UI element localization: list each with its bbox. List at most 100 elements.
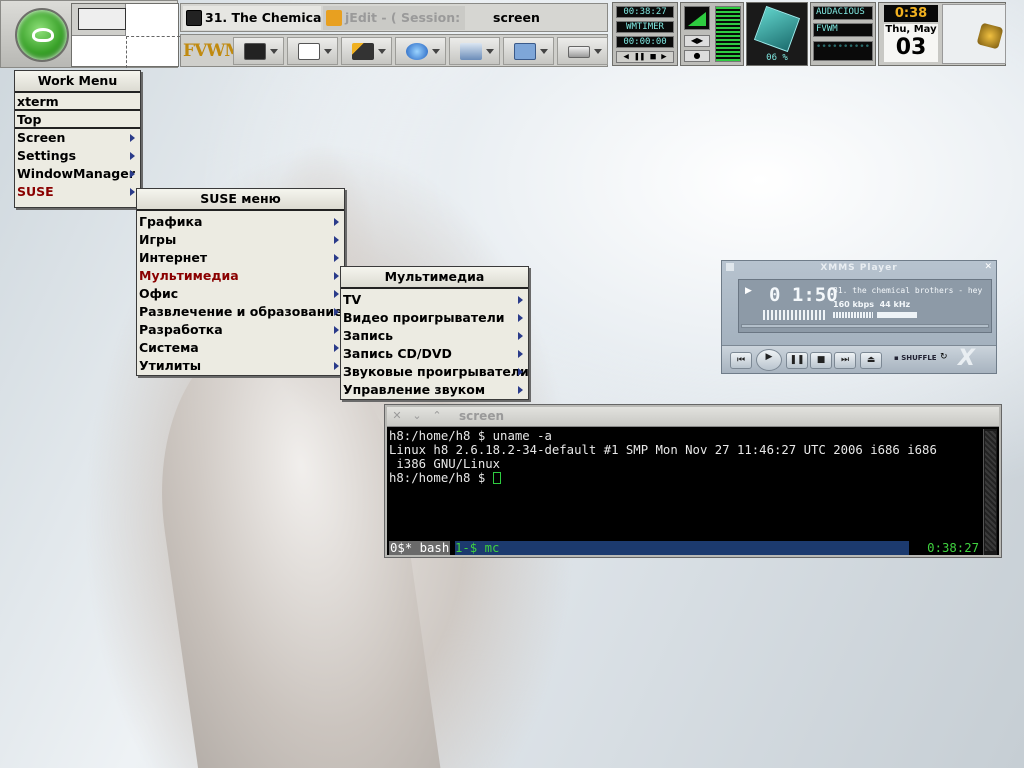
mixer-arrows-icon[interactable]: ◀▶ xyxy=(684,35,710,47)
multimedia-menu-item-video-players[interactable]: Видео проигрыватели xyxy=(341,309,528,327)
xmms-time[interactable]: 0 1:50 xyxy=(769,284,838,306)
terminal-line: i386 GNU/Linux xyxy=(389,457,501,471)
work-menu-item-screen[interactable]: Screen xyxy=(15,129,140,147)
pager-desk-1[interactable] xyxy=(72,4,126,36)
menu-item-label: xterm xyxy=(17,94,59,109)
suse-menu-item-development[interactable]: Разработка xyxy=(137,321,344,339)
xmms-volume-slider[interactable] xyxy=(833,312,873,318)
xmms-balance-slider[interactable] xyxy=(877,312,917,318)
launch-terminal-button[interactable] xyxy=(233,37,284,65)
xmms-titlebar[interactable]: XMMS Player xyxy=(722,261,996,275)
launch-graphics-button[interactable] xyxy=(341,37,392,65)
close-icon[interactable]: ✕ xyxy=(391,410,403,422)
menu-item-label: Офис xyxy=(139,286,179,301)
screen-window-0[interactable]: 0$* bash xyxy=(389,541,451,555)
suse-menu: SUSE меню Графика Игры Интернет Мультиме… xyxy=(136,188,345,376)
multimedia-menu-item-cd-dvd-burning[interactable]: Запись CD/DVD xyxy=(341,345,528,363)
maximize-icon[interactable]: ⌃ xyxy=(431,410,443,422)
audacious-display: •••••••••• xyxy=(813,41,873,61)
launcher-bar: FVWM xyxy=(180,34,608,67)
suse-menu-item-utilities[interactable]: Утилиты xyxy=(137,357,344,375)
task-screen[interactable]: screen xyxy=(471,6,601,30)
work-menu-item-windowmanager[interactable]: WindowManager xyxy=(15,165,140,183)
shuffle-toggle[interactable]: ▪ SHUFFLE xyxy=(894,354,937,362)
work-menu-item-top[interactable]: Top xyxy=(15,111,140,129)
task-jedit[interactable]: jEdit - ( Session: Fv xyxy=(323,6,465,30)
launch-drives-button[interactable] xyxy=(557,37,608,65)
terminal-cursor xyxy=(492,472,501,484)
multimedia-menu-item-tv[interactable]: TV xyxy=(341,291,528,309)
menu-item-label: SUSE xyxy=(17,184,54,199)
calendar-date[interactable]: Thu, May 03 xyxy=(884,24,938,62)
terminal-prompt-line[interactable]: h8:/home/h8 $ xyxy=(389,471,983,485)
pager-desk-2[interactable] xyxy=(126,36,180,68)
submenu-arrow-icon xyxy=(334,218,339,226)
multimedia-menu-item-recording[interactable]: Запись xyxy=(341,327,528,345)
multimedia-menu: Мультимедиа TV Видео проигрыватели Запис… xyxy=(340,266,529,400)
next-track-icon[interactable]: ⏭ xyxy=(834,352,856,369)
terminal-scrollbar[interactable] xyxy=(983,429,997,555)
screen-window-1[interactable]: 1-$ mc xyxy=(455,541,909,555)
suse-menu-item-multimedia[interactable]: Мультимедиа xyxy=(137,267,344,285)
launch-tools-button[interactable] xyxy=(449,37,500,65)
web-browser-icon xyxy=(406,43,428,60)
chevron-down-icon[interactable] xyxy=(486,49,494,54)
work-menu-item-suse[interactable]: SUSE xyxy=(15,183,140,201)
shuffle-label: SHUFFLE xyxy=(901,354,937,362)
menu-item-label: Разработка xyxy=(139,322,223,337)
pause-icon[interactable]: ❚❚ xyxy=(786,352,808,369)
suse-logo-icon[interactable] xyxy=(15,8,69,62)
chevron-down-icon[interactable] xyxy=(378,49,386,54)
suse-menu-item-office[interactable]: Офис xyxy=(137,285,344,303)
xmms-task-icon xyxy=(186,10,202,26)
chevron-down-icon[interactable] xyxy=(324,49,332,54)
screen-clock: 0:38:27 xyxy=(927,541,979,555)
multimedia-menu-item-audio-players[interactable]: Звуковые проигрыватели xyxy=(341,363,529,381)
launch-windows-button[interactable] xyxy=(287,37,338,65)
chevron-down-icon[interactable] xyxy=(432,49,440,54)
wmtimer-dockapp[interactable]: 00:38:27 WMTIMER 00:00:00 ◀ ❚❚ ■ ▶ xyxy=(612,2,678,66)
work-menu-item-xterm[interactable]: xterm xyxy=(15,93,140,111)
suse-menu-item-system[interactable]: Система xyxy=(137,339,344,357)
suse-menu-item-games[interactable]: Игры xyxy=(137,231,344,249)
tray-app-icon[interactable] xyxy=(976,22,1004,50)
suse-menu-item-internet[interactable]: Интернет xyxy=(137,249,344,267)
menu-item-label: Видео проигрыватели xyxy=(343,310,505,325)
xmms-display: ▶ 0 1:50 31. the chemical brothers - hey… xyxy=(738,279,992,333)
repeat-icon[interactable]: ↻ xyxy=(940,352,948,362)
wmtimer-label: WMTIMER xyxy=(616,21,674,33)
suse-menu-item-graphics[interactable]: Графика xyxy=(137,213,344,231)
audacious-dockapp[interactable]: AUDACIOUS FVWM •••••••••• xyxy=(810,2,876,66)
play-icon[interactable]: ▶ xyxy=(756,349,782,371)
xmms-track-title: 31. the chemical brothers - hey xyxy=(833,286,983,295)
minimize-icon[interactable]: ⌄ xyxy=(411,410,423,422)
desktop-pager[interactable] xyxy=(71,3,180,68)
menu-item-label: Top xyxy=(17,112,42,127)
task-xmms[interactable]: 31. The Chemical B xyxy=(183,6,321,30)
stop-icon[interactable]: ■ xyxy=(810,352,832,369)
work-menu-item-settings[interactable]: Settings xyxy=(15,147,140,165)
audacious-sub: FVWM xyxy=(813,23,873,37)
screen-window-1-label: 1-$ mc xyxy=(455,541,500,555)
multimedia-menu-item-sound-control[interactable]: Управление звуком xyxy=(341,381,528,399)
chevron-down-icon[interactable] xyxy=(594,49,602,54)
xmms-menu-icon[interactable] xyxy=(726,263,734,271)
folder-icon xyxy=(514,43,536,60)
volume-dockapp[interactable]: ◀▶ ● xyxy=(680,2,744,66)
fvwm-logo[interactable]: FVWM xyxy=(183,37,243,65)
launch-browser-button[interactable] xyxy=(395,37,446,65)
wmtimer-controls[interactable]: ◀ ❚❚ ■ ▶ xyxy=(616,51,674,63)
chevron-down-icon[interactable] xyxy=(270,49,278,54)
eject-icon[interactable]: ⏏ xyxy=(860,352,882,369)
terminal-output[interactable]: h8:/home/h8 $ uname -a Linux h8 2.6.18.2-… xyxy=(389,429,983,541)
terminal-titlebar[interactable]: ✕ ⌄ ⌃ screen xyxy=(387,407,999,427)
suse-menu-item-edutainment[interactable]: Развлечение и образование xyxy=(137,303,344,321)
mute-icon[interactable]: ● xyxy=(684,50,710,62)
xmms-seek-bar[interactable] xyxy=(741,324,989,328)
scrollbar-thumb[interactable] xyxy=(985,431,996,551)
chevron-down-icon[interactable] xyxy=(540,49,548,54)
launch-files-button[interactable] xyxy=(503,37,554,65)
xmms-visualizer[interactable] xyxy=(763,310,827,320)
previous-track-icon[interactable]: ⏮ xyxy=(730,352,752,369)
close-icon[interactable]: ✕ xyxy=(984,262,992,272)
